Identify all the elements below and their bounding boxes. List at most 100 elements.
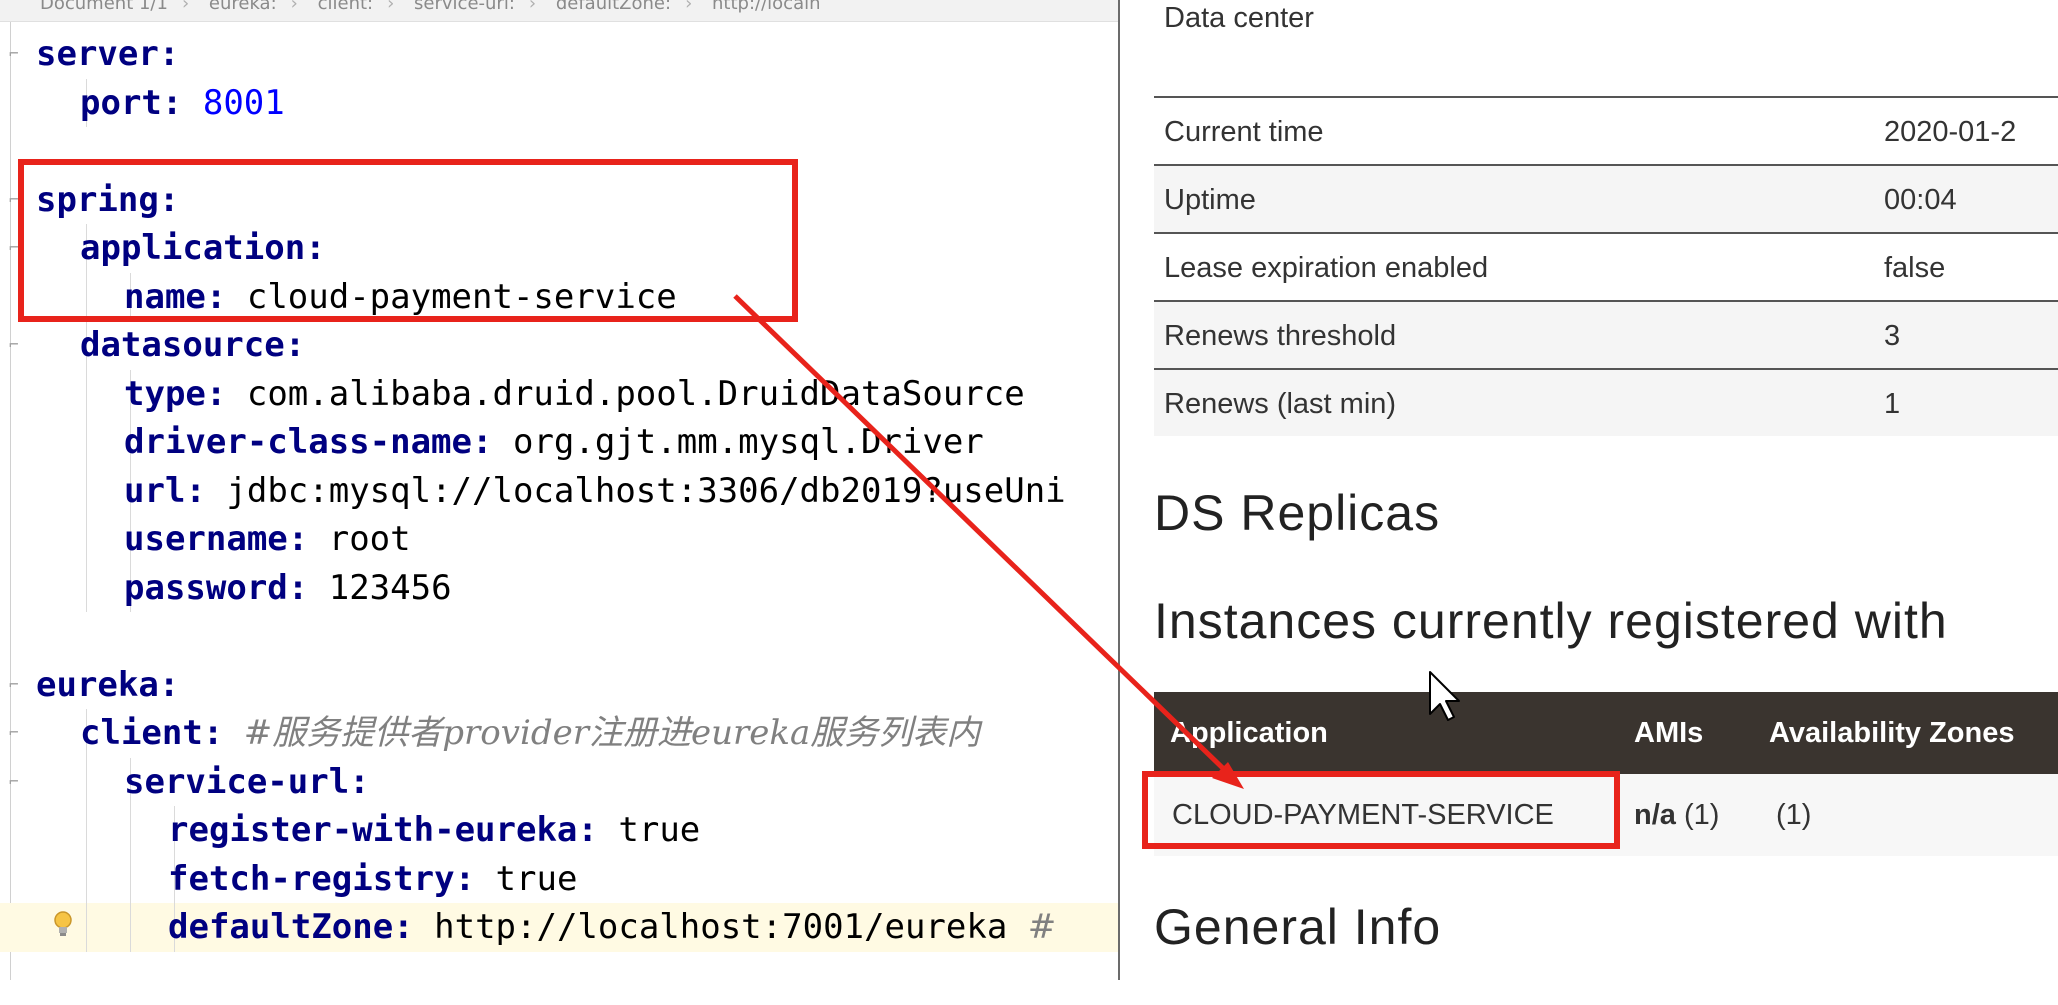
info-row: Current time 2020-01-2: [1154, 96, 2058, 166]
code-line[interactable]: client: #服务提供者provider注册进eureka服务列表内 ⌐: [0, 709, 1120, 758]
breadcrumb-item[interactable]: service-url:: [414, 0, 515, 14]
yaml-key: fetch-registry: [168, 858, 455, 899]
yaml-value: 123456: [328, 567, 452, 608]
breadcrumb-item[interactable]: http://localh: [712, 0, 821, 14]
yaml-key: eureka: [36, 664, 159, 705]
yaml-colon: :: [287, 519, 309, 559]
yaml-key: service-url: [124, 761, 350, 802]
code-line[interactable]: [0, 612, 1120, 661]
code-line[interactable]: driver-class-name: org.gjt.mm.mysql.Driv…: [0, 418, 1120, 467]
yaml-colon: :: [577, 810, 598, 850]
code-line[interactable]: register-with-eureka: true: [0, 806, 1120, 855]
yaml-comment: #: [1027, 907, 1057, 947]
yaml-colon: :: [158, 34, 180, 74]
info-key: Current time: [1164, 116, 1324, 148]
instance-application[interactable]: CLOUD-PAYMENT-SERVICE: [1172, 774, 1554, 856]
instances-heading: Instances currently registered with: [1154, 593, 1948, 649]
yaml-colon: :: [472, 422, 493, 462]
yaml-key: server: [36, 34, 159, 74]
yaml-key: url: [124, 470, 186, 511]
fold-icon[interactable]: ⌐: [9, 238, 23, 258]
yaml-key: datasource: [80, 325, 285, 365]
code-line[interactable]: password: 123456: [0, 563, 1120, 612]
col-amis: AMIs: [1634, 717, 1704, 749]
yaml-colon: :: [161, 82, 183, 123]
code-line[interactable]: url: jdbc:mysql://localhost:3306/db2019?…: [0, 466, 1120, 515]
yaml-value: true: [618, 810, 701, 850]
breadcrumb-item[interactable]: Document 1/1: [40, 0, 168, 14]
code-line[interactable]: fetch-registry: true: [0, 854, 1120, 903]
info-row: Lease expiration enabled false: [1154, 232, 2058, 302]
yaml-value: http://localhost:7001/eureka: [434, 907, 1008, 947]
indent-guide: [130, 806, 131, 855]
yaml-key: port: [80, 82, 162, 123]
fold-icon[interactable]: ⌐: [9, 723, 23, 743]
code-line[interactable]: eureka: ⌐: [0, 661, 1120, 710]
info-row: Renews (last min) 1: [1154, 368, 2058, 436]
info-row: Renews threshold 3: [1154, 300, 2058, 370]
code-line[interactable]: service-url: ⌐: [0, 757, 1120, 806]
indent-guide: [86, 272, 87, 321]
code-line[interactable]: spring: ⌐: [0, 176, 1120, 225]
fold-icon[interactable]: ⌐: [9, 335, 23, 355]
code-line[interactable]: defaultZone: http://localhost:7001/eurek…: [0, 903, 1120, 952]
breadcrumb: Document 1/1 › eureka: › client: › service-…: [0, 0, 1120, 22]
code-line[interactable]: username: root: [0, 515, 1120, 564]
yaml-value: true: [495, 858, 578, 899]
yaml-key: client: [80, 713, 203, 753]
indent-guide: [130, 903, 131, 952]
yaml-value: jdbc:mysql://localhost:3306/db2019?useUn…: [226, 470, 1066, 511]
info-key: Renews threshold: [1164, 320, 1397, 352]
indent-guide: [86, 854, 87, 903]
yaml-colon: :: [205, 373, 227, 414]
indent-guide: [86, 369, 87, 418]
breadcrumb-item[interactable]: eureka:: [209, 0, 277, 14]
indent-guide: [86, 515, 87, 564]
yaml-key: defaultZone: [168, 907, 394, 947]
yaml-colon: :: [185, 470, 206, 511]
yaml-colon: :: [158, 179, 180, 220]
fold-icon[interactable]: ⌐: [9, 44, 23, 64]
data-center-label: Data center: [1164, 2, 1314, 34]
yaml-colon: :: [205, 276, 227, 317]
instance-zones: (1): [1776, 799, 1812, 831]
bottom-strip: [0, 980, 2058, 1005]
code-line[interactable]: type: com.alibaba.druid.pool.DruidDataSo…: [0, 369, 1120, 418]
yaml-key: name: [124, 276, 206, 317]
yaml-key: application: [80, 228, 306, 268]
yaml-colon: :: [454, 858, 476, 899]
yaml-value: org.gjt.mm.mysql.Driver: [512, 422, 984, 462]
indent-guide: [86, 757, 87, 806]
code-line[interactable]: port: 8001: [0, 78, 1120, 127]
code-line[interactable]: [0, 127, 1120, 176]
indent-guide: [130, 854, 131, 903]
yaml-key: driver-class-name: [124, 422, 472, 462]
yaml-comment: #服务提供者provider注册进eureka服务列表内: [243, 713, 981, 753]
yaml-key: register-with-eureka: [168, 810, 578, 850]
breadcrumb-item[interactable]: client:: [318, 0, 374, 14]
fold-icon[interactable]: ⌐: [9, 772, 23, 792]
yaml-editor[interactable]: Document 1/1 › eureka: › client: › service-…: [0, 0, 1120, 1005]
code-line[interactable]: name: cloud-payment-service: [0, 272, 1120, 321]
lightbulb-icon[interactable]: [50, 909, 76, 939]
info-value: 00:04: [1884, 184, 1957, 216]
instance-amis-count: (1): [1683, 799, 1720, 831]
eureka-dashboard: Data center Current time 2020-01-2 Uptim…: [1120, 0, 2058, 980]
instance-amis-value: n/a: [1634, 799, 1676, 831]
instances-table-header: Application AMIs Availability Zones: [1154, 692, 2058, 774]
breadcrumb-item[interactable]: defaultZone:: [556, 0, 671, 14]
yaml-colon: :: [349, 761, 370, 802]
info-key: Lease expiration enabled: [1164, 252, 1489, 284]
info-key: Renews (last min): [1164, 388, 1397, 420]
yaml-colon: :: [202, 713, 224, 753]
code-area[interactable]: server: ⌐ port: 8001 spring: ⌐ application: ⌐ n…: [0, 30, 1120, 952]
yaml-value: cloud-payment-service: [246, 276, 677, 317]
yaml-value: root: [328, 519, 411, 559]
fold-icon[interactable]: ⌐: [9, 190, 23, 210]
code-line[interactable]: server: ⌐: [0, 30, 1120, 79]
code-line[interactable]: datasource: ⌐: [0, 321, 1120, 370]
yaml-colon: :: [287, 567, 309, 608]
info-value: 1: [1884, 388, 1901, 420]
code-line[interactable]: application: ⌐: [0, 224, 1120, 273]
fold-icon[interactable]: ⌐: [9, 675, 23, 695]
